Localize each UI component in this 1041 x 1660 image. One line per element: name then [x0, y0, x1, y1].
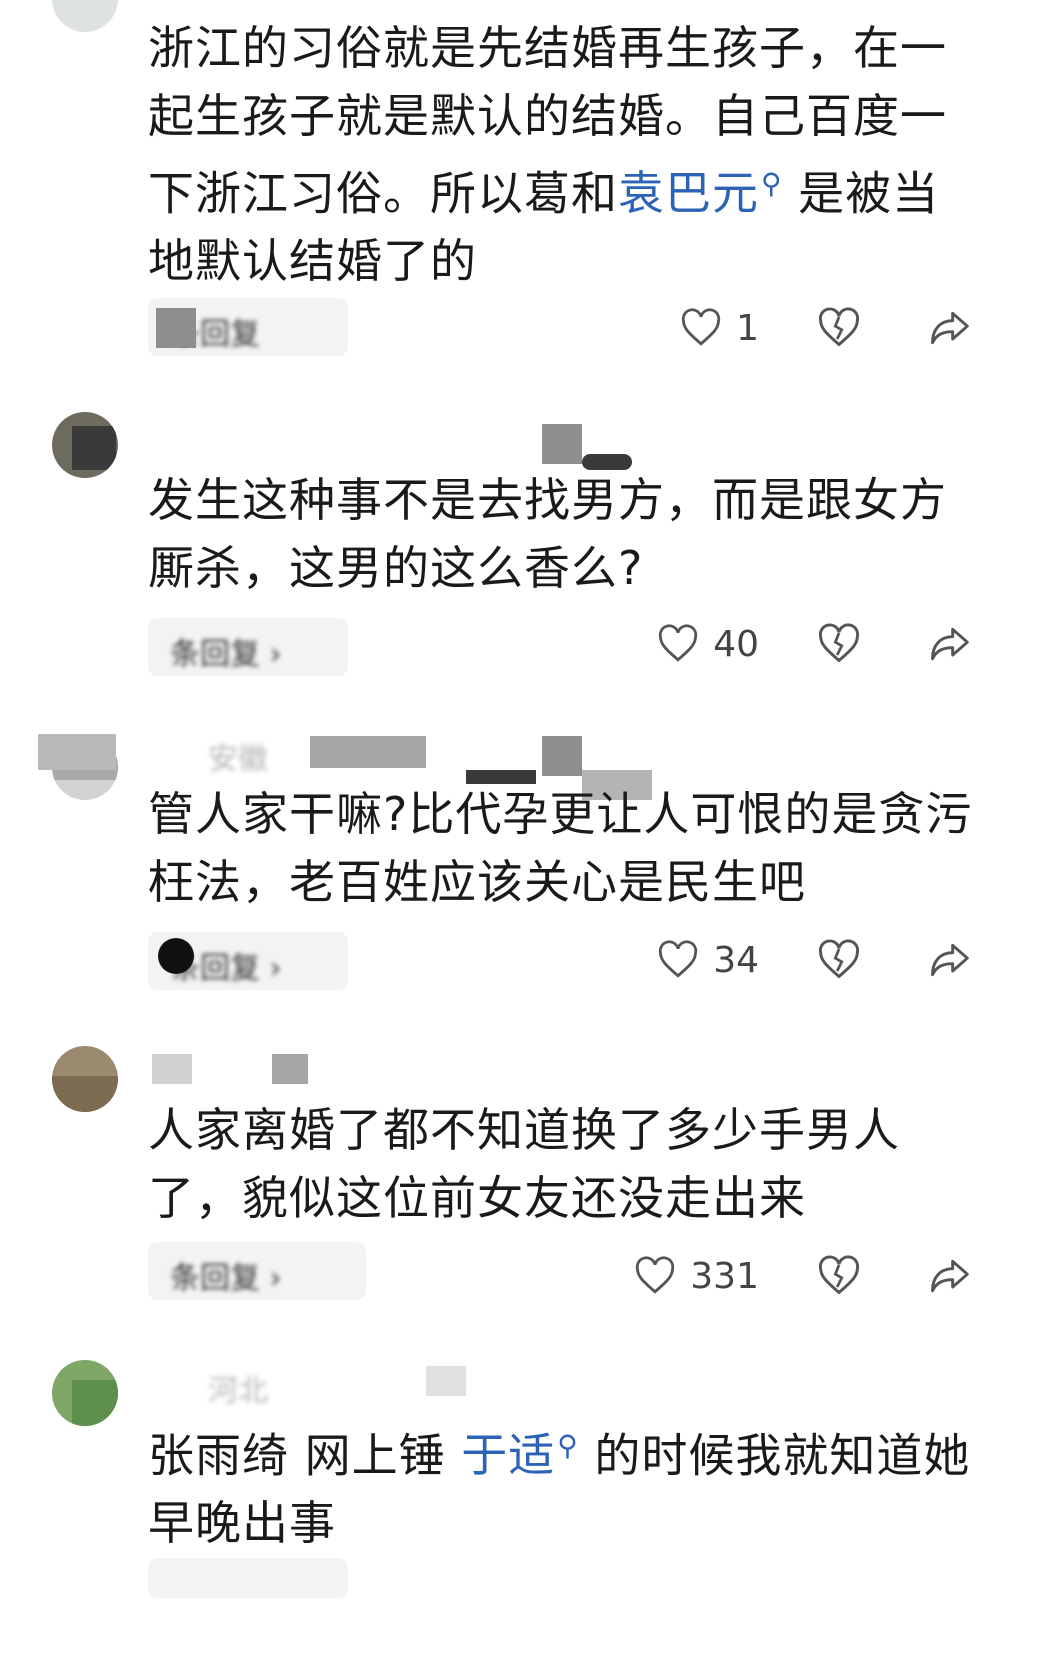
reply-count-button[interactable]: 条回复 ›: [148, 618, 348, 676]
like-button[interactable]: 1: [680, 298, 759, 358]
action-bar: 1: [551, 298, 971, 358]
comment-text: 管人家干嘛?比代孕更让人可恨的是贪污枉法，老百姓应该关心是民生吧: [148, 787, 973, 909]
heart-outline-icon: [657, 624, 699, 664]
heart-outline-icon: [680, 308, 722, 348]
mosaic-mask: [156, 308, 196, 348]
mosaic-mask: [152, 1054, 192, 1084]
comment-text: 浙江的习俗就是先结婚再生孩子，在一起生孩子就是默认的结婚。自己百度一下浙江习俗。…: [148, 21, 947, 289]
mosaic-mask: [72, 1380, 118, 1426]
share-arrow-icon[interactable]: [927, 306, 971, 350]
like-button[interactable]: 331: [634, 1246, 759, 1306]
mosaic-mask: [542, 736, 582, 776]
like-count: 34: [713, 939, 759, 981]
mosaic-mask: [158, 938, 194, 974]
username-meta: [148, 1048, 708, 1088]
broken-heart-icon[interactable]: [817, 622, 861, 666]
search-link[interactable]: 于适⚲: [461, 1428, 579, 1482]
comment-text: 张雨绮 网上锤 于适⚲ 的时候我就知道她早晚出事: [148, 1428, 971, 1551]
reply-count-button[interactable]: 条回复: [148, 298, 348, 356]
mosaic-mask: [38, 734, 116, 770]
comment-text: 发生这种事不是去找男方，而是跟女方厮杀，这男的这么香么?: [148, 473, 947, 595]
action-bar: 34: [551, 930, 971, 990]
heart-outline-icon: [634, 1256, 676, 1296]
comment-text: 人家离婚了都不知道换了多少手男人了，貌似这位前女友还没走出来: [148, 1103, 900, 1225]
action-bar: 331: [551, 1246, 971, 1306]
broken-heart-icon[interactable]: [817, 938, 861, 982]
like-count: 1: [736, 307, 759, 349]
avatar[interactable]: [52, 0, 118, 32]
mosaic-mask: [272, 1054, 308, 1084]
heart-outline-icon: [657, 940, 699, 980]
avatar[interactable]: [52, 412, 118, 478]
mosaic-mask: [542, 424, 582, 464]
broken-heart-icon[interactable]: [817, 1254, 861, 1298]
share-arrow-icon[interactable]: [927, 1254, 971, 1298]
mosaic-mask: [72, 426, 116, 470]
mosaic-mask: [310, 736, 426, 768]
username-meta: 安徽: [208, 742, 268, 774]
broken-heart-icon[interactable]: [817, 306, 861, 350]
like-count: 331: [690, 1255, 759, 1297]
reply-count-button[interactable]: 条回复 ›: [148, 1242, 366, 1300]
avatar[interactable]: [52, 1360, 118, 1426]
search-link[interactable]: 袁巴元⚲: [618, 166, 783, 220]
mosaic-mask: [426, 1366, 466, 1396]
mosaic-mask: [52, 1076, 118, 1112]
like-count: 40: [713, 623, 759, 665]
magnifier-icon: ⚲: [761, 167, 783, 200]
reply-count-button[interactable]: [148, 1558, 348, 1598]
magnifier-icon: ⚲: [557, 1429, 579, 1462]
avatar[interactable]: [52, 1046, 118, 1112]
reply-count-button[interactable]: 条回复 ›: [148, 932, 348, 990]
share-arrow-icon[interactable]: [927, 938, 971, 982]
share-arrow-icon[interactable]: [927, 622, 971, 666]
action-bar: 40: [551, 614, 971, 674]
like-button[interactable]: 40: [657, 614, 759, 674]
like-button[interactable]: 34: [657, 930, 759, 990]
